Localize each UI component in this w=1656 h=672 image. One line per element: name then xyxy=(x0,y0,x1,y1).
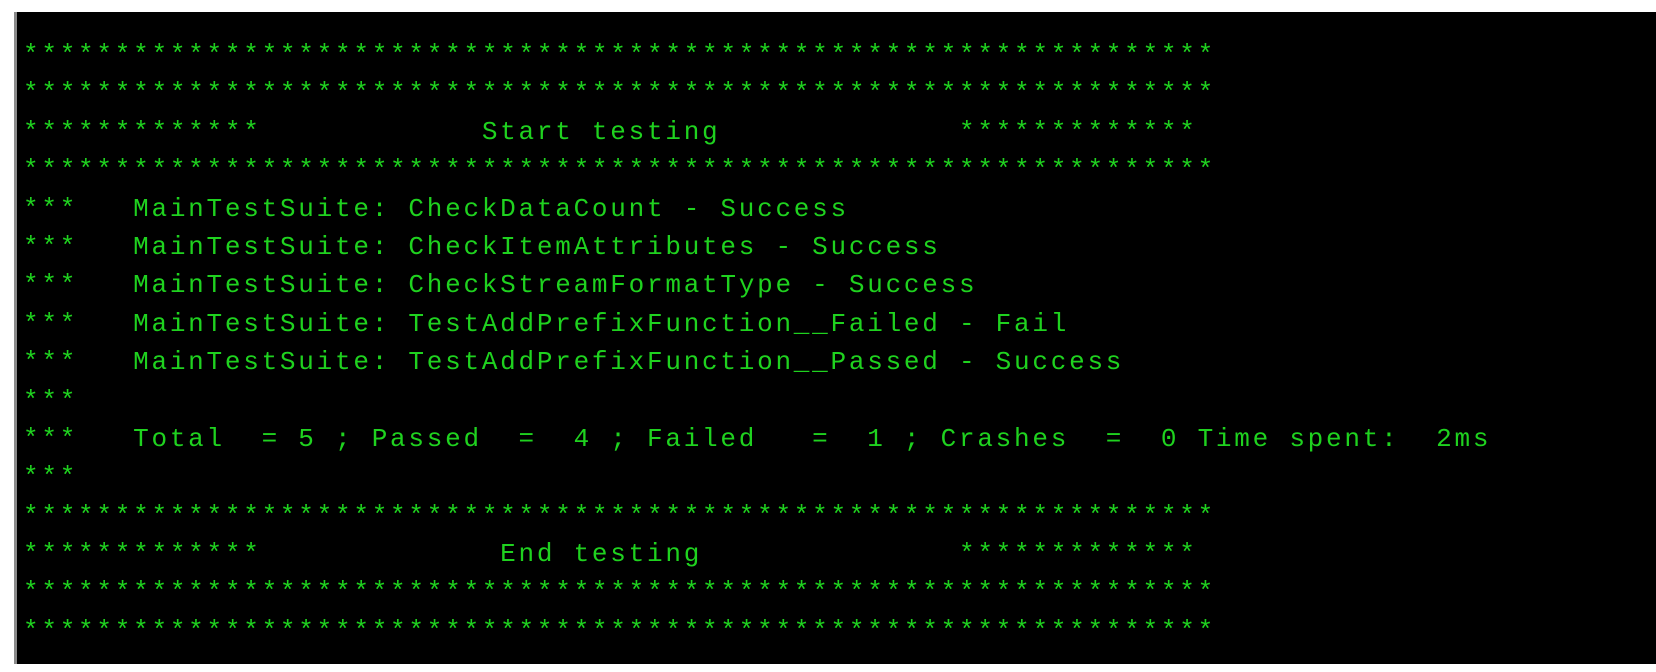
console-line-summary: *** Total = 5 ; Passed = 4 ; Failed = 1 … xyxy=(23,423,1492,454)
console-line-test-result: *** MainTestSuite: CheckItemAttributes -… xyxy=(23,231,941,262)
console-line-spacer: *** xyxy=(23,385,79,416)
console-output-area[interactable]: ****************************************… xyxy=(14,12,1656,664)
console-line-test-result: *** MainTestSuite: CheckDataCount - Succ… xyxy=(23,193,849,224)
console-line-end-banner: ************* End testing ************* xyxy=(23,539,1198,570)
console-line-border: ****************************************… xyxy=(23,78,1216,109)
console-line-test-result: *** MainTestSuite: TestAddPrefixFunction… xyxy=(23,308,1070,339)
terminal-window: ****************************************… xyxy=(0,0,1656,672)
console-line-border: ****************************************… xyxy=(23,40,1216,70)
console-line-start-banner: ************* Start testing ************… xyxy=(23,116,1198,147)
console-line-test-result: *** MainTestSuite: TestAddPrefixFunction… xyxy=(23,347,1125,378)
console-line-border: ****************************************… xyxy=(23,500,1216,531)
console-line-border: ****************************************… xyxy=(23,615,1216,646)
console-lines: ****************************************… xyxy=(23,36,1491,650)
console-line-spacer: *** xyxy=(23,462,79,493)
console-line-border: ****************************************… xyxy=(23,577,1216,608)
console-line-border: ****************************************… xyxy=(23,155,1216,186)
console-line-test-result: *** MainTestSuite: CheckStreamFormatType… xyxy=(23,270,978,301)
